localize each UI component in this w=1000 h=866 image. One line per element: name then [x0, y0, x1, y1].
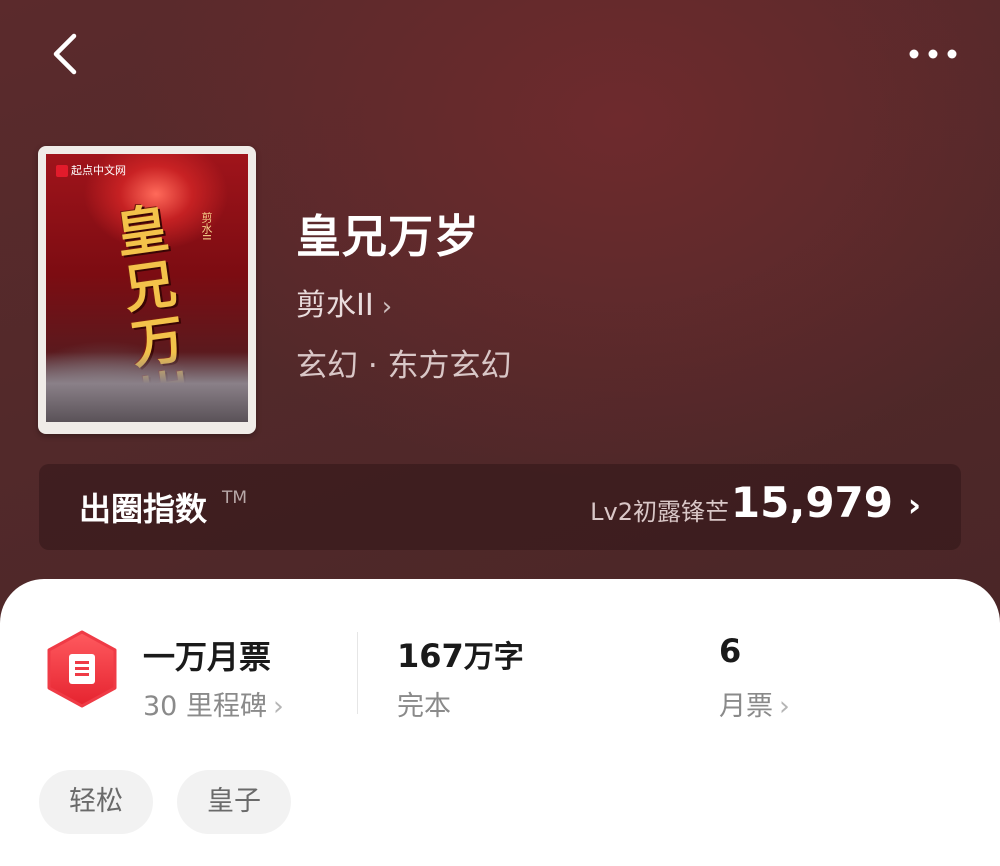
more-button[interactable]: [905, 36, 961, 72]
chevron-left-icon: [53, 33, 77, 75]
index-label: 出圈指数: [79, 490, 208, 528]
milestone-count: 30 里程碑: [143, 691, 267, 722]
genre-label: 玄幻 · 东方玄幻: [296, 348, 512, 384]
trademark-mark: TM: [222, 488, 248, 508]
more-dots-icon: [909, 49, 957, 59]
word-count-unit: 万字: [463, 640, 524, 675]
back-button[interactable]: [46, 32, 86, 76]
monthly-ticket-count: 6: [719, 632, 742, 670]
cover-scenery: [46, 352, 248, 422]
book-title: 皇兄万岁: [296, 210, 481, 263]
author-link[interactable]: 剪水II ›: [296, 280, 392, 324]
chevron-right-icon: ›: [272, 691, 284, 722]
completion-status: 完本: [397, 691, 451, 722]
author-name: 剪水II: [296, 288, 374, 323]
chevron-right-icon: ›: [907, 486, 921, 524]
monthly-ticket-label: 月票: [719, 691, 773, 722]
book-cover[interactable]: 起点中文网 皇兄万岁 剪水II: [38, 146, 256, 434]
tag-chip[interactable]: 轻松: [39, 770, 153, 834]
chevron-right-icon: ›: [779, 691, 790, 722]
milestone-title: 一万月票: [143, 638, 272, 676]
popularity-index-bar[interactable]: 出圈指数 TM Lv2初露锋芒 15,979 ›: [39, 464, 961, 550]
cover-art: 起点中文网 皇兄万岁 剪水II: [46, 154, 248, 422]
chevron-right-icon: ›: [381, 292, 393, 322]
index-level: Lv2初露锋芒: [590, 498, 729, 526]
word-count-number: 167: [397, 637, 464, 675]
milestone-link[interactable]: 30 里程碑 ›: [143, 684, 284, 723]
index-score: 15,979: [730, 478, 893, 527]
monthly-ticket-link[interactable]: 月票 ›: [719, 684, 790, 723]
tag-chip[interactable]: 皇子: [177, 770, 291, 834]
cover-author-art: 剪水II: [200, 212, 213, 241]
stat-divider: [357, 632, 358, 714]
word-count: 167万字: [397, 632, 524, 676]
monthly-ticket-badge-icon[interactable]: [43, 630, 121, 708]
publisher-logo: 起点中文网: [56, 162, 126, 178]
